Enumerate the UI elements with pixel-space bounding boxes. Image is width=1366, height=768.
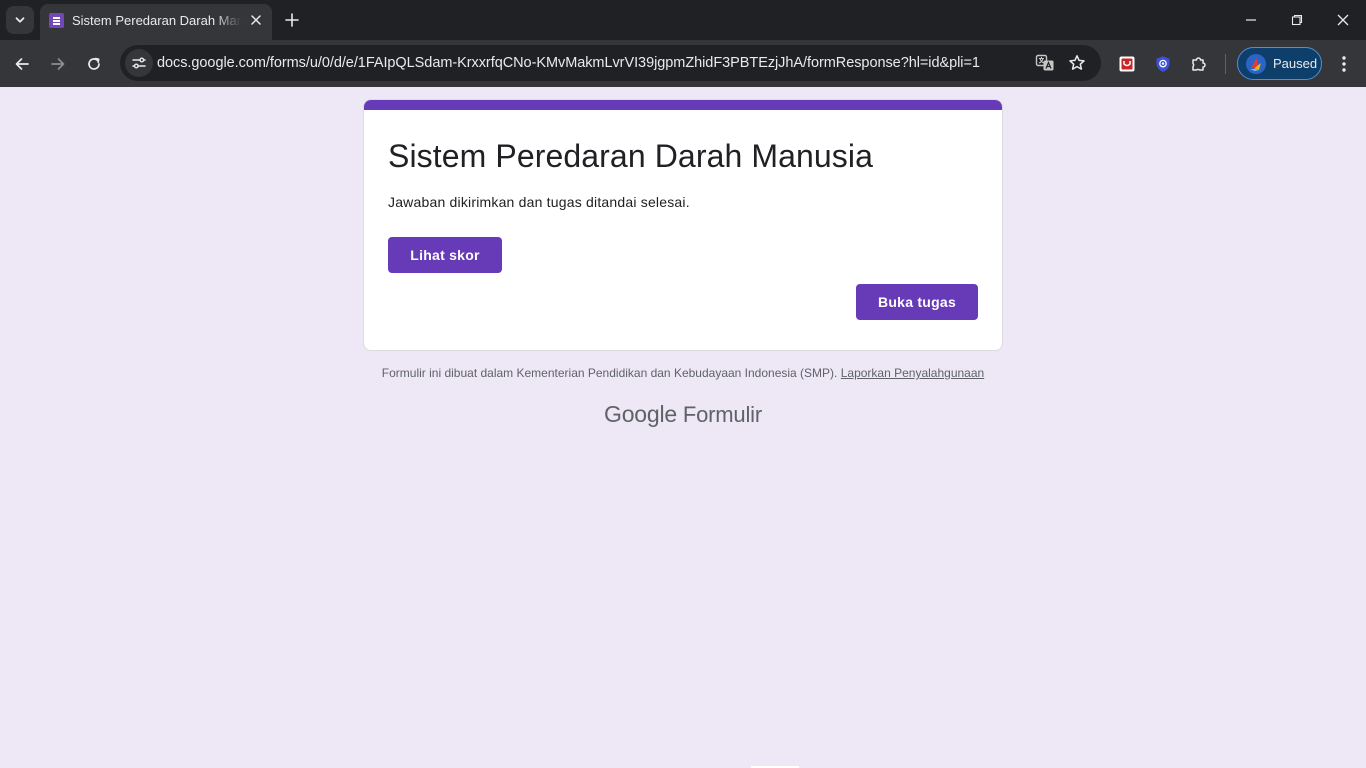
reload-icon bbox=[88, 57, 100, 70]
tab-title: Sistem Peredaran Darah Manusia bbox=[72, 13, 242, 28]
form-confirmation-card: Sistem Peredaran Darah Manusia Jawaban d… bbox=[363, 99, 1003, 351]
active-tab[interactable]: Sistem Peredaran Darah Manusia bbox=[40, 4, 272, 40]
page-content: Sistem Peredaran Darah Manusia Jawaban d… bbox=[0, 87, 1366, 768]
tune-icon bbox=[132, 57, 146, 69]
google-forms-logo[interactable]: Google Formulir bbox=[0, 401, 1366, 428]
browser-toolbar: docs.google.com/forms/u/0/d/e/1FAIpQLSda… bbox=[0, 40, 1366, 87]
extension-button[interactable] bbox=[1151, 52, 1175, 76]
close-icon bbox=[251, 15, 261, 25]
profile-button[interactable]: Paused bbox=[1237, 47, 1322, 80]
confirmation-message: Jawaban dikirimkan dan tugas ditandai se… bbox=[388, 194, 690, 210]
reload-button[interactable] bbox=[80, 50, 108, 78]
extension-button[interactable] bbox=[1115, 52, 1139, 76]
open-assignment-button[interactable]: Buka tugas bbox=[856, 284, 978, 320]
tab-search-button[interactable] bbox=[6, 6, 34, 34]
avatar bbox=[1246, 54, 1266, 74]
arrow-left-icon bbox=[15, 58, 29, 70]
address-bar[interactable]: docs.google.com/forms/u/0/d/e/1FAIpQLSda… bbox=[120, 45, 1101, 81]
google-wordmark: Google bbox=[604, 401, 677, 427]
extension-red-icon bbox=[1119, 56, 1135, 72]
report-abuse-link[interactable]: Laporkan Penyalahgunaan bbox=[841, 366, 984, 380]
restore-button[interactable] bbox=[1274, 0, 1320, 40]
form-title: Sistem Peredaran Darah Manusia bbox=[388, 138, 874, 174]
translate-icon bbox=[1035, 54, 1054, 71]
tab-close-button[interactable] bbox=[246, 10, 266, 30]
view-score-button[interactable]: Lihat skor bbox=[388, 237, 502, 273]
site-info-button[interactable] bbox=[125, 49, 153, 77]
footer-note: Formulir ini dibuat dalam Kementerian Pe… bbox=[0, 366, 1366, 380]
shield-icon bbox=[1156, 56, 1170, 72]
toolbar-separator bbox=[1225, 54, 1226, 74]
profile-status-label: Paused bbox=[1273, 56, 1318, 71]
tab-strip: Sistem Peredaran Darah Manusia bbox=[0, 0, 1366, 40]
minimize-icon bbox=[1246, 19, 1256, 21]
plus-icon bbox=[285, 13, 299, 27]
chevron-down-icon bbox=[15, 17, 25, 23]
browser-menu-button[interactable] bbox=[1334, 52, 1354, 76]
back-button[interactable] bbox=[8, 50, 36, 78]
google-forms-icon bbox=[49, 13, 64, 28]
url-text: docs.google.com/forms/u/0/d/e/1FAIpQLSda… bbox=[157, 55, 980, 71]
forward-button[interactable] bbox=[44, 50, 72, 78]
footer-note-text: Formulir ini dibuat dalam Kementerian Pe… bbox=[381, 366, 838, 380]
translate-button[interactable] bbox=[1034, 52, 1056, 74]
more-vert-icon bbox=[1342, 56, 1346, 72]
minimize-button[interactable] bbox=[1228, 0, 1274, 40]
card-accent-bar bbox=[364, 100, 1002, 110]
bookmark-button[interactable] bbox=[1066, 52, 1088, 74]
new-tab-button[interactable] bbox=[280, 8, 304, 32]
arrow-right-icon bbox=[51, 58, 65, 70]
puzzle-icon bbox=[1192, 57, 1206, 71]
restore-icon bbox=[1291, 14, 1303, 26]
close-window-button[interactable] bbox=[1320, 0, 1366, 40]
forms-wordmark: Formulir bbox=[682, 402, 762, 427]
close-icon bbox=[1337, 14, 1349, 26]
star-icon bbox=[1069, 55, 1085, 70]
extensions-menu-button[interactable] bbox=[1187, 52, 1211, 76]
